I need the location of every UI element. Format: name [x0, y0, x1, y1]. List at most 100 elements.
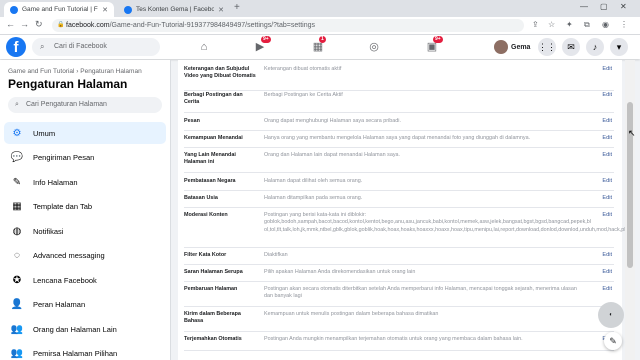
row-value: Berbagi Postingan ke Cerita Aktif: [264, 92, 343, 98]
close-tab-icon[interactable]: ✕: [218, 6, 224, 14]
tab-title: Tes Konten Gema | Facebook: [136, 6, 215, 13]
reload-icon[interactable]: ↻: [35, 19, 43, 30]
settings-row-others-tagging: Yang Lain Menandai Halaman ini Orang dan…: [184, 152, 614, 173]
extension-icon[interactable]: ✦: [566, 20, 573, 29]
settings-row-content-moderation: Moderasi Konten Postingan yang berisi ka…: [184, 212, 625, 248]
maximize-icon[interactable]: ▢: [600, 2, 608, 11]
url-host: facebook.com: [66, 22, 110, 29]
edit-link[interactable]: Edit: [602, 212, 612, 218]
facebook-logo-icon[interactable]: f: [6, 37, 26, 57]
back-arrow-icon[interactable]: ←: [6, 19, 15, 29]
row-label: Keterangan dan Subjudul Video yang Dibua…: [184, 66, 256, 80]
browser-tab[interactable]: Tes Konten Gema | Facebook ✕: [118, 2, 230, 17]
close-tab-icon[interactable]: ✕: [102, 6, 108, 14]
row-value: Orang dan Halaman lain dapat menandai Ha…: [264, 152, 401, 158]
forward-arrow-icon[interactable]: →: [20, 19, 29, 29]
chat-head-icon: ◐: [609, 312, 613, 318]
close-window-icon[interactable]: ✕: [620, 2, 627, 11]
edit-link[interactable]: Edit: [602, 252, 612, 258]
row-label: Berbagi Postingan dan Cerita: [184, 92, 243, 106]
edit-link[interactable]: Edit: [602, 152, 612, 158]
address-bar: ← → ↻ 🔒 facebook.com/Game-and-Fun-Tutori…: [0, 17, 640, 35]
settings-row-age-restrictions: Batasan Usia Halaman ditampilkan pada se…: [184, 195, 614, 208]
row-value: Halaman dapat dilihat oleh semua orang.: [264, 178, 363, 184]
notifications-bell-icon[interactable]: ♪: [586, 38, 604, 56]
search-icon: ⌕: [15, 101, 19, 108]
watch-badge: 9+: [261, 36, 271, 43]
settings-row-tagging-ability: Kemampuan Menandai Hanya orang yang memb…: [184, 135, 614, 148]
browser-tab-strip: Game and Fun Tutorial | Facebook ✕ Tes K…: [0, 0, 640, 17]
account-chevron-icon[interactable]: ▾: [610, 38, 628, 56]
settings-main: Keterangan dan Subjudul Video yang Dibua…: [170, 60, 625, 360]
row-label: Yang Lain Menandai Halaman ini: [184, 152, 236, 166]
sidebar-item-notifikasi[interactable]: ◍ Notifikasi: [4, 220, 166, 242]
gaming-icon[interactable]: ▣ 9+: [424, 36, 443, 55]
new-message-button[interactable]: ✎: [604, 332, 622, 350]
sidebar-item-label: Info Halaman: [33, 177, 78, 187]
sidebar-item-pemirsa-halaman-pilihan[interactable]: 👥 Pemirsa Halaman Pilihan: [4, 343, 166, 360]
minimize-icon[interactable]: —: [580, 2, 588, 11]
edit-link[interactable]: Edit: [602, 269, 612, 275]
messenger-icon[interactable]: ✉: [562, 38, 580, 56]
sidebar-item-orang-dan-halaman-lain[interactable]: 👥 Orang dan Halaman Lain: [4, 318, 166, 340]
scrollbar-thumb[interactable]: [627, 102, 633, 268]
url-field[interactable]: 🔒 facebook.com/Game-and-Fun-Tutorial-919…: [52, 19, 524, 32]
watch-icon[interactable]: ▶ 9+: [252, 36, 271, 55]
settings-row-country-restrictions: Pembatasan Negara Halaman dapat dilihat …: [184, 178, 614, 191]
sidebar-item-info-halaman[interactable]: ✎ Info Halaman: [4, 171, 166, 193]
row-label: Kemampuan Menandai: [184, 135, 243, 141]
gear-icon: ⚙: [12, 127, 22, 139]
sidebar-item-label: Lencana Facebook: [33, 275, 97, 285]
profile-shortcut[interactable]: Gema: [494, 39, 530, 55]
menu-grid-icon[interactable]: ⋮⋮: [538, 38, 556, 56]
row-value: Pilih apakan Halaman Anda direkomendasik…: [264, 269, 416, 275]
facebook-search-input[interactable]: ⌕ Cari di Facebook: [32, 38, 160, 56]
edit-link[interactable]: Edit: [602, 92, 612, 98]
chat-icon: 💬: [10, 152, 24, 163]
sidebar-item-lencana-facebook[interactable]: ✪ Lencana Facebook: [4, 269, 166, 291]
people-icon: 👥: [10, 323, 24, 335]
new-tab-button[interactable]: +: [234, 2, 240, 13]
home-icon[interactable]: ⌂: [196, 39, 212, 55]
sidebar-item-pengiriman-pesan[interactable]: 💬 Pengiriman Pesan: [4, 147, 166, 169]
edit-link[interactable]: Edit: [602, 178, 612, 184]
settings-row-messages: Pesan Orang dapat menghubungi Halaman sa…: [184, 118, 614, 131]
groups-icon[interactable]: ◎: [366, 39, 382, 55]
edit-link[interactable]: Edit: [602, 135, 612, 141]
bookmark-star-icon[interactable]: ☆: [548, 20, 555, 29]
edit-link[interactable]: Edit: [602, 66, 612, 72]
bubbles-icon: ◌: [14, 250, 20, 261]
edit-link[interactable]: Edit: [602, 118, 612, 124]
profile-circle-icon[interactable]: ◉: [602, 20, 609, 29]
sidebar-item-template-dan-tab[interactable]: ▦ Template dan Tab: [4, 196, 166, 218]
facebook-header: f ⌕ Cari di Facebook ⌂ ▶ 9+ ▦ 1 ◎ ▣ 9+ Gema…: [0, 35, 640, 59]
row-value: Hanya orang yang membantu mengelola Hala…: [264, 135, 531, 141]
profile-name: Gema: [511, 43, 531, 51]
row-value: Orang dapat menghubungi Halaman saya sec…: [264, 118, 401, 124]
sidebar-item-advanced-messaging[interactable]: ◌ Advanced messaging: [4, 245, 166, 267]
share-icon[interactable]: ⇪: [532, 20, 539, 29]
edit-link[interactable]: Edit: [602, 286, 612, 292]
edit-link[interactable]: Edit: [602, 195, 612, 201]
row-label: Saran Halaman Serupa: [184, 269, 243, 275]
row-value: Postingan akan secara otomatis diterbitk…: [264, 286, 577, 300]
floating-chat-head[interactable]: ◐: [598, 302, 624, 328]
search-placeholder: Cari di Facebook: [54, 43, 107, 50]
row-label: Moderasi Konten: [184, 212, 228, 218]
settings-row-similar-page-suggestions: Saran Halaman Serupa Pilih apakan Halama…: [184, 269, 614, 282]
tab-title: Game and Fun Tutorial | Facebook: [22, 6, 98, 13]
sidebar-item-peran-halaman[interactable]: 👤 Peran Halaman: [4, 294, 166, 316]
settings-row-video-captions: Keterangan dan Subjudul Video yang Dibua…: [184, 66, 614, 91]
sidebar-item-label: Umum: [33, 128, 56, 138]
puzzle-icon[interactable]: ⧉: [584, 20, 590, 30]
marketplace-icon[interactable]: ▦ 1: [310, 36, 326, 55]
badge-icon: ✪: [12, 274, 22, 286]
row-label: Pembatasan Negara: [184, 178, 236, 184]
sidebar-item-umum[interactable]: ⚙ Umum: [4, 122, 166, 144]
page-scrollbar[interactable]: [625, 60, 635, 360]
settings-search-input[interactable]: ⌕ Cari Pengaturan Halaman: [8, 97, 162, 113]
menu-dots-icon[interactable]: ⋮: [620, 20, 628, 29]
row-value: Postingan yang berisi kata-kata ini dibl…: [264, 212, 625, 233]
browser-tab-active[interactable]: Game and Fun Tutorial | Facebook ✕: [4, 2, 114, 17]
mouse-cursor-icon: ↖: [628, 128, 636, 138]
